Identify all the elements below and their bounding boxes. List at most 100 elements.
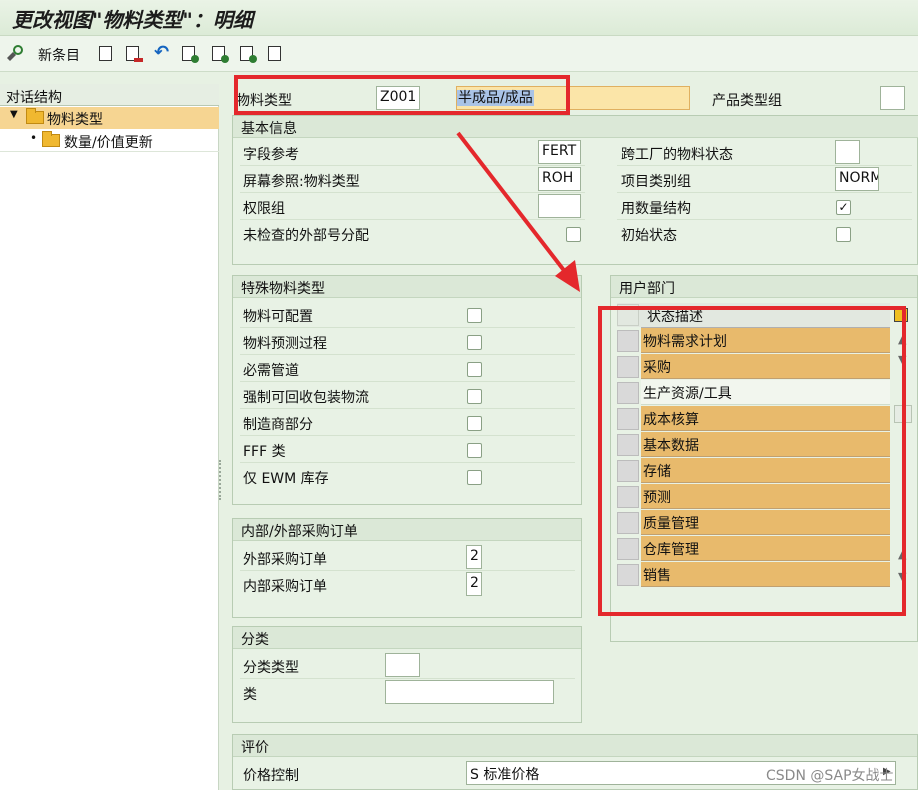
row-divider — [240, 354, 575, 355]
bullet-icon: • — [30, 131, 38, 145]
item-category-group-field[interactable]: NORM — [835, 167, 879, 191]
table-row[interactable]: 基本数据 — [617, 432, 890, 457]
row-label: 生产资源/工具 — [641, 380, 890, 405]
fff-class-label: FFF 类 — [243, 444, 286, 460]
internal-po-field[interactable]: 2 — [466, 572, 482, 596]
class-field[interactable] — [385, 680, 554, 704]
table-row[interactable]: 成本核算 — [617, 406, 890, 431]
external-po-field[interactable]: 2 — [466, 545, 482, 569]
display-change-icon[interactable] — [4, 44, 23, 64]
returnable-packaging-label: 强制可回收包装物流 — [243, 390, 369, 406]
quantity-structure-checkbox[interactable]: ✓ — [836, 200, 851, 215]
row-selector[interactable] — [617, 330, 639, 352]
delete-icon[interactable] — [124, 44, 143, 64]
ewm-stock-only-checkbox[interactable] — [467, 470, 482, 485]
manufacturer-part-checkbox[interactable] — [467, 416, 482, 431]
scrollbar-thumb[interactable] — [894, 405, 912, 423]
row-divider — [617, 192, 912, 193]
tree-item-qty-value-update[interactable]: • 数量/价值更新 — [0, 130, 219, 152]
row-divider — [240, 192, 585, 193]
forecast-process-checkbox[interactable] — [467, 335, 482, 350]
group-title: 用户部门 — [611, 276, 917, 298]
row-divider — [240, 435, 575, 436]
column-settings-icon[interactable] — [894, 308, 908, 322]
manufacturer-part-label: 制造商部分 — [243, 417, 313, 433]
select-all-cell[interactable] — [617, 304, 639, 326]
column-header-status-description[interactable]: 状态描述 — [641, 303, 890, 328]
authorization-group-label: 权限组 — [243, 201, 285, 217]
class-label: 类 — [243, 687, 257, 703]
user-departments-table: 状态描述 物料需求计划 采购 生产资源/工具 成本核算 基本数据 存储 预测 质… — [617, 303, 890, 591]
field-reference-field[interactable]: FERT — [538, 140, 581, 164]
open-folder-icon — [26, 108, 44, 124]
undo-change-icon[interactable] — [152, 42, 170, 64]
row-selector[interactable] — [617, 460, 639, 482]
class-type-field[interactable] — [385, 653, 420, 677]
previous-entry-icon[interactable] — [180, 44, 199, 64]
tree-item-material-type[interactable]: ▼ 物料类型 — [0, 107, 219, 129]
table-row[interactable]: 物料需求计划 — [617, 328, 890, 353]
transport-icon[interactable] — [266, 44, 284, 64]
table-header: 状态描述 — [617, 303, 890, 328]
class-type-label: 分类类型 — [243, 660, 299, 676]
expand-arrow-icon[interactable]: ▼ — [10, 109, 18, 120]
select-all-icon[interactable] — [238, 44, 257, 64]
row-selector[interactable] — [617, 512, 639, 534]
row-selector[interactable] — [617, 356, 639, 378]
pipeline-mandatory-label: 必需管道 — [243, 363, 299, 379]
external-number-checkbox[interactable] — [566, 227, 581, 242]
title-bar: 更改视图"物料类型"：明细 — [0, 0, 918, 36]
ewm-stock-only-label: 仅 EWM 库存 — [243, 471, 329, 487]
table-row[interactable]: 销售 — [617, 562, 890, 587]
scroll-page-down-icon[interactable]: ▼ — [898, 570, 906, 583]
table-row[interactable]: 预测 — [617, 484, 890, 509]
scroll-down-icon[interactable]: ▼ — [898, 353, 906, 366]
cross-plant-status-label: 跨工厂的物料状态 — [621, 147, 733, 163]
new-entries-button[interactable]: 新条目 — [38, 45, 80, 65]
scroll-page-up-icon[interactable]: ▲ — [898, 548, 906, 561]
pipeline-mandatory-checkbox[interactable] — [467, 362, 482, 377]
pane-splitter[interactable] — [219, 460, 225, 500]
external-number-label: 未检查的外部号分配 — [243, 228, 369, 244]
table-row[interactable]: 质量管理 — [617, 510, 890, 535]
selected-text: 半成品/成品 — [457, 90, 534, 106]
row-selector[interactable] — [617, 538, 639, 560]
row-selector[interactable] — [617, 434, 639, 456]
row-selector[interactable] — [617, 564, 639, 586]
quantity-structure-label: 用数量结构 — [621, 201, 691, 217]
table-row[interactable]: 采购 — [617, 354, 890, 379]
cross-plant-status-field[interactable] — [835, 140, 860, 164]
dialog-structure-pane: 对话结构 ▼ 物料类型 • 数量/价值更新 — [0, 84, 219, 790]
watermark: CSDN @SAP女战士 — [766, 768, 894, 784]
configurable-label: 物料可配置 — [243, 309, 313, 325]
page-title: 更改视图"物料类型"：明细 — [12, 8, 253, 32]
copy-as-icon[interactable] — [97, 44, 115, 64]
initial-status-checkbox[interactable] — [836, 227, 851, 242]
row-divider — [617, 219, 912, 220]
table-row[interactable]: 仓库管理 — [617, 536, 890, 561]
row-selector[interactable] — [617, 382, 639, 404]
table-row[interactable]: 存储 — [617, 458, 890, 483]
group-title: 分类 — [233, 627, 581, 649]
screen-reference-field[interactable]: ROH — [538, 167, 581, 191]
row-label: 仓库管理 — [641, 536, 890, 561]
row-divider — [240, 678, 575, 679]
row-divider — [240, 327, 575, 328]
product-type-group-field[interactable] — [880, 86, 905, 110]
material-type-description-field[interactable]: 半成品/成品 — [456, 86, 690, 110]
row-selector[interactable] — [617, 408, 639, 430]
configurable-checkbox[interactable] — [467, 308, 482, 323]
row-divider — [240, 570, 575, 571]
next-entry-icon[interactable] — [210, 44, 229, 64]
row-selector[interactable] — [617, 486, 639, 508]
dialog-structure-header: 对话结构 — [0, 84, 219, 106]
row-divider — [240, 165, 585, 166]
fff-class-checkbox[interactable] — [467, 443, 482, 458]
row-label: 成本核算 — [641, 406, 890, 431]
scroll-up-icon[interactable]: ▲ — [898, 333, 906, 346]
material-type-field[interactable]: Z001 — [376, 86, 420, 110]
returnable-packaging-checkbox[interactable] — [467, 389, 482, 404]
authorization-group-field[interactable] — [538, 194, 581, 218]
table-row[interactable]: 生产资源/工具 — [617, 380, 890, 405]
row-label: 销售 — [641, 562, 890, 587]
